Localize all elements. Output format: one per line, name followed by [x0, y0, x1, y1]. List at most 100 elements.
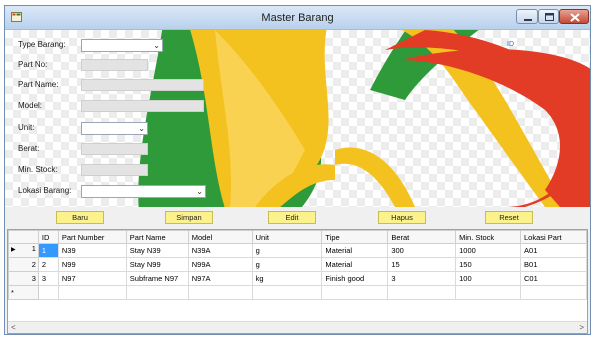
cell-id[interactable]: 3: [37, 271, 59, 286]
column-header-part-number[interactable]: Part Number: [57, 230, 127, 244]
part-no-label: Part No:: [18, 60, 48, 69]
new-row-marker: *: [11, 288, 14, 297]
cell-min-stock[interactable]: 100: [455, 271, 522, 286]
data-grid[interactable]: ID Part Number Part Name Model Unit Tipe…: [7, 229, 588, 334]
scroll-right-icon[interactable]: >: [579, 322, 584, 333]
close-icon: [570, 13, 580, 22]
cell-part-number[interactable]: N99: [57, 257, 127, 272]
cell-tipe[interactable]: Finish good: [321, 271, 389, 286]
new-cell[interactable]: [520, 285, 587, 300]
berat-input[interactable]: [81, 143, 148, 155]
cell-id[interactable]: 1: [37, 243, 59, 258]
column-header-lokasi-part[interactable]: Lokasi Part: [520, 230, 587, 244]
new-row[interactable]: *: [8, 285, 587, 300]
model-input[interactable]: [81, 100, 204, 112]
form-panel: Type Barang: ⌄ Part No: Part Name: Model…: [5, 30, 590, 207]
cell-lokasi-part[interactable]: B01: [520, 257, 587, 272]
row-header[interactable]: ▶ 1: [8, 243, 39, 258]
column-header-berat[interactable]: Berat: [387, 230, 457, 244]
column-header-tipe[interactable]: Tipe: [321, 230, 389, 244]
table-row[interactable]: ▶ 1 1 N39 Stay N39 N39A g Material 300 10…: [8, 243, 587, 258]
table-row[interactable]: 2 2 N99 Stay N99 N99A g Material 15 150 …: [8, 257, 587, 272]
type-barang-label: Type Barang:: [18, 40, 66, 49]
column-header-model[interactable]: Model: [187, 230, 253, 244]
column-header-min-stock[interactable]: Min. Stock: [455, 230, 522, 244]
min-stock-label: Min. Stock:: [18, 165, 58, 174]
row-header-corner: [8, 230, 39, 244]
row-header[interactable]: 3: [8, 271, 39, 286]
cell-model[interactable]: N39A: [187, 243, 253, 258]
header-row: ID Part Number Part Name Model Unit Tipe…: [8, 230, 587, 244]
unit-label: Unit:: [18, 123, 35, 132]
cell-part-name[interactable]: Stay N39: [125, 243, 189, 258]
cell-lokasi-part[interactable]: A01: [520, 243, 587, 258]
current-row-indicator: ▶: [11, 247, 16, 253]
unit-select[interactable]: ⌄: [81, 122, 148, 135]
part-name-input[interactable]: [81, 79, 204, 91]
maximize-button[interactable]: [538, 9, 559, 24]
cell-lokasi-part[interactable]: C01: [520, 271, 587, 286]
column-header-unit[interactable]: Unit: [251, 230, 323, 244]
horizontal-scrollbar[interactable]: < >: [8, 321, 587, 333]
cell-unit[interactable]: g: [251, 243, 323, 258]
edit-button[interactable]: Edit: [268, 211, 316, 224]
data-table: ID Part Number Part Name Model Unit Tipe…: [8, 230, 587, 300]
cell-model[interactable]: N97A: [187, 271, 253, 286]
column-header-part-name[interactable]: Part Name: [125, 230, 189, 244]
new-cell[interactable]: [125, 285, 189, 300]
cell-part-name[interactable]: Subframe N97: [125, 271, 189, 286]
cell-min-stock[interactable]: 1000: [455, 243, 522, 258]
cell-part-number[interactable]: N39: [57, 243, 127, 258]
minimize-button[interactable]: [516, 9, 538, 24]
form-content: Type Barang: ⌄ Part No: Part Name: Model…: [5, 30, 590, 334]
id-label: ID: [507, 41, 514, 48]
chevron-down-icon: ⌄: [138, 124, 145, 133]
cell-min-stock[interactable]: 150: [455, 257, 522, 272]
row-number: 3: [31, 274, 36, 283]
type-barang-select[interactable]: ⌄: [81, 39, 163, 52]
cell-unit[interactable]: kg: [251, 271, 323, 286]
cell-model[interactable]: N99A: [187, 257, 253, 272]
new-cell[interactable]: [187, 285, 253, 300]
new-cell[interactable]: [37, 285, 59, 300]
minimize-icon: [524, 19, 532, 21]
new-cell[interactable]: [251, 285, 323, 300]
cell-part-name[interactable]: Stay N99: [125, 257, 189, 272]
button-bar: Baru Simpan Edit Hapus Reset: [5, 207, 590, 229]
close-button[interactable]: [559, 9, 589, 24]
title-bar: Master Barang: [5, 6, 590, 30]
new-cell[interactable]: [57, 285, 127, 300]
model-label: Model:: [18, 101, 43, 110]
table-row[interactable]: 3 3 N97 Subframe N97 N97A kg Finish good…: [8, 271, 587, 286]
window-title: Master Barang: [261, 12, 334, 24]
chevron-down-icon: ⌄: [153, 41, 160, 50]
new-cell[interactable]: [455, 285, 522, 300]
new-row-header[interactable]: *: [8, 285, 39, 300]
hapus-button[interactable]: Hapus: [378, 211, 426, 224]
row-number: 1: [31, 244, 36, 254]
new-cell[interactable]: [321, 285, 389, 300]
row-header[interactable]: 2: [8, 257, 39, 272]
cell-tipe[interactable]: Material: [321, 257, 389, 272]
min-stock-input[interactable]: [81, 164, 148, 176]
cell-berat[interactable]: 15: [387, 257, 457, 272]
cell-id[interactable]: 2: [37, 257, 59, 272]
cell-berat[interactable]: 3: [387, 271, 457, 286]
simpan-button[interactable]: Simpan: [165, 211, 213, 224]
scroll-left-icon[interactable]: <: [11, 322, 16, 333]
cell-part-number[interactable]: N97: [57, 271, 127, 286]
master-barang-window: Master Barang Type Barang: ⌄ Part No: Pa…: [4, 5, 591, 335]
chevron-down-icon: ⌄: [196, 187, 203, 196]
background-art: [138, 30, 590, 207]
cell-tipe[interactable]: Material: [321, 243, 389, 258]
lokasi-barang-select[interactable]: ⌄: [81, 185, 206, 198]
new-cell[interactable]: [387, 285, 457, 300]
reset-button[interactable]: Reset: [485, 211, 533, 224]
baru-button[interactable]: Baru: [56, 211, 104, 224]
cell-berat[interactable]: 300: [387, 243, 457, 258]
cell-unit[interactable]: g: [251, 257, 323, 272]
lokasi-barang-label: Lokasi Barang:: [18, 186, 72, 195]
column-header-id[interactable]: ID: [37, 230, 59, 244]
row-number: 2: [31, 260, 36, 269]
part-no-input[interactable]: [81, 59, 148, 71]
